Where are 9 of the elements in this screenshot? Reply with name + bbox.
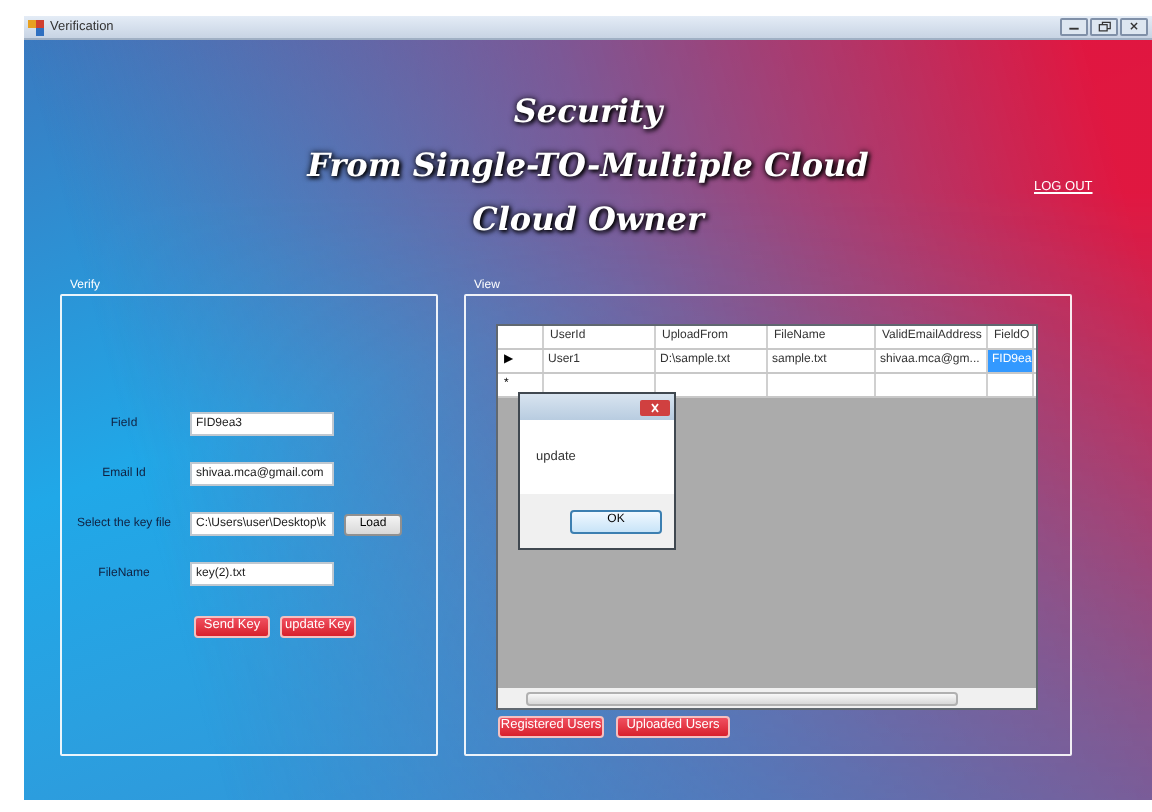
horizontal-scrollbar[interactable] [498,688,1036,708]
close-icon[interactable] [640,399,670,415]
app-icon [28,19,44,35]
close-icon[interactable] [1120,18,1148,36]
restore-icon[interactable] [1090,18,1118,36]
minimize-icon[interactable] [1060,18,1088,36]
header-title: From Single-TO-Multiple Cloud [307,144,869,188]
header-title: Security [513,90,663,134]
header-title: Cloud Owner [472,198,704,242]
